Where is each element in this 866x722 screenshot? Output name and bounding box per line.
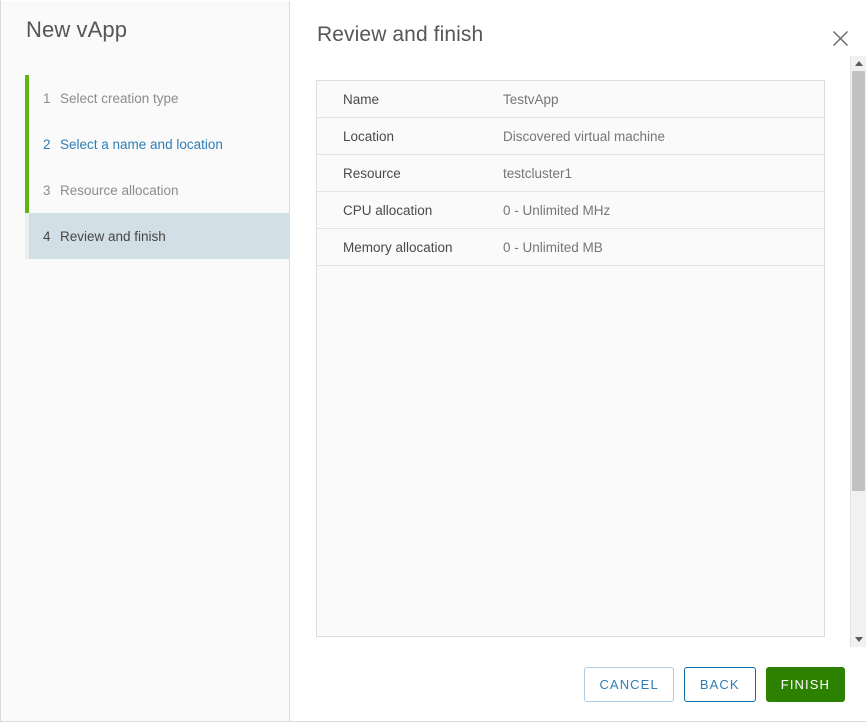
step-label: Select creation type [60,90,179,106]
wizard-title: New vApp [26,17,128,42]
row-value: 0 - Unlimited MHz [503,202,611,218]
table-row: Name TestvApp [317,81,824,118]
vertical-scrollbar[interactable] [850,56,866,647]
sidebar-item-select-creation-type[interactable]: 1 Select creation type [1,75,290,121]
close-icon[interactable] [825,23,855,53]
summary-table: Name TestvApp Location Discovered virtua… [316,80,825,637]
step-rail [25,121,29,167]
row-value: TestvApp [503,91,559,107]
step-number: 4 [43,228,51,244]
table-row: CPU allocation 0 - Unlimited MHz [317,192,824,229]
triangle-up-icon[interactable] [851,56,866,71]
step-label: Select a name and location [60,136,223,152]
wizard-step-list: 1 Select creation type 2 Select a name a… [1,75,290,259]
row-value: 0 - Unlimited MB [503,239,603,255]
row-value: Discovered virtual machine [503,128,666,144]
back-button[interactable]: BACK [683,667,756,702]
step-number: 1 [43,90,51,106]
row-label: Name [343,91,380,107]
row-value: testcluster1 [503,165,573,181]
finish-button[interactable]: FINISH [765,667,845,702]
cancel-button[interactable]: CANCEL [584,667,674,702]
new-vapp-wizard-dialog: New vApp 1 Select creation type 2 Select… [0,0,866,722]
dialog-footer: CANCEL BACK FINISH [584,667,845,702]
wizard-content-panel: Review and finish Name TestvApp Location… [290,1,866,721]
step-rail [25,167,29,213]
wizard-sidebar: New vApp 1 Select creation type 2 Select… [1,1,290,721]
step-number: 3 [43,182,51,198]
step-label: Resource allocation [60,182,179,198]
step-rail [25,75,29,121]
row-label: CPU allocation [343,202,433,218]
scrollbar-thumb[interactable] [852,71,865,491]
triangle-down-icon[interactable] [851,632,866,647]
step-label: Review and finish [60,228,166,244]
row-label: Location [343,128,395,144]
table-row: Memory allocation 0 - Unlimited MB [317,229,824,266]
row-label: Memory allocation [343,239,453,255]
sidebar-item-review-and-finish[interactable]: 4 Review and finish [1,213,290,259]
sidebar-item-select-a-name-and-location[interactable]: 2 Select a name and location [1,121,290,167]
table-row: Location Discovered virtual machine [317,118,824,155]
sidebar-item-resource-allocation[interactable]: 3 Resource allocation [1,167,290,213]
table-row: Resource testcluster1 [317,155,824,192]
step-number: 2 [43,136,51,152]
page-title: Review and finish [317,23,484,46]
row-label: Resource [343,165,401,181]
